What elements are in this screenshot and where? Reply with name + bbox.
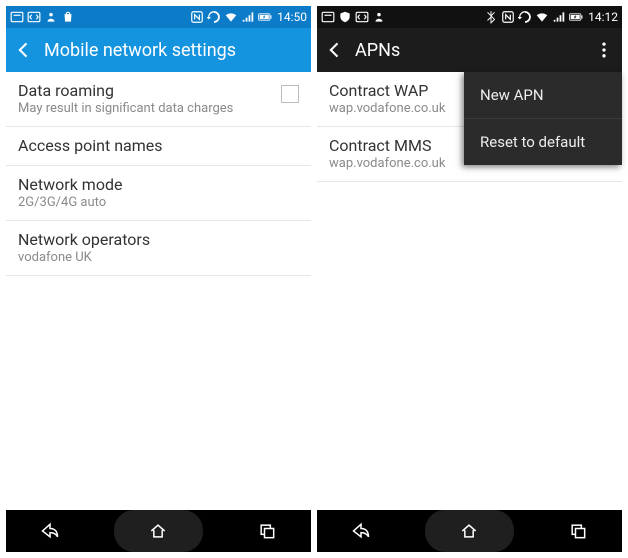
page-title: Mobile network settings [44,40,303,61]
dev-icon [27,10,41,24]
setting-network-mode[interactable]: Network mode 2G/3G/4G auto [6,166,311,221]
nfc-icon [501,10,515,24]
wifi-icon [535,10,549,24]
nav-recent-button[interactable] [534,510,622,552]
nav-back-button[interactable] [317,510,405,552]
data-roaming-checkbox[interactable] [281,85,299,103]
nav-home-button[interactable] [114,510,202,552]
back-icon [40,521,60,541]
right-screenshot: 14:12 APNs Contract WAP wap.vodafone.co.… [317,6,622,552]
setting-title: Network mode [18,175,299,194]
header: APNs [317,28,622,72]
nav-back-button[interactable] [6,510,94,552]
person-icon [372,10,386,24]
battery-icon [258,10,272,24]
more-vert-icon [594,40,614,60]
status-bar: 14:50 [6,6,311,28]
chevron-left-icon [14,40,34,60]
setting-subtitle: May result in significant data charges [18,101,281,116]
battery-icon [569,10,583,24]
setting-title: Access point names [18,136,299,155]
setting-title: Network operators [18,230,299,249]
htc-sense-icon [10,10,24,24]
shopping-icon [61,10,75,24]
home-icon [148,521,168,541]
back-button[interactable] [14,40,34,60]
status-left-icons [10,10,75,24]
header: Mobile network settings [6,28,311,72]
home-icon [459,521,479,541]
left-screenshot: 14:50 Mobile network settings Data roami… [6,6,311,552]
overflow-menu-button[interactable] [594,40,614,60]
setting-title: Data roaming [18,81,281,100]
dev-icon [355,10,369,24]
sync-icon [207,10,221,24]
setting-apn[interactable]: Access point names [6,127,311,166]
shield-icon [338,10,352,24]
nav-bar [6,510,311,552]
menu-new-apn[interactable]: New APN [464,72,622,119]
nav-bar [317,510,622,552]
signal-icon [241,10,255,24]
nfc-icon [190,10,204,24]
overflow-menu: New APN Reset to default [464,72,622,165]
wifi-icon [224,10,238,24]
recent-apps-icon [257,521,277,541]
setting-subtitle: vodafone UK [18,250,299,265]
status-right-icons: 14:50 [190,10,307,24]
person-icon [44,10,58,24]
bluetooth-icon [484,10,498,24]
nav-home-button[interactable] [425,510,513,552]
settings-list: Data roaming May result in significant d… [6,72,311,510]
back-icon [351,521,371,541]
back-button[interactable] [325,40,345,60]
status-bar: 14:12 [317,6,622,28]
status-left-icons [321,10,386,24]
clock: 14:12 [586,10,618,24]
nav-recent-button[interactable] [223,510,311,552]
setting-data-roaming[interactable]: Data roaming May result in significant d… [6,72,311,127]
sync-icon [518,10,532,24]
chevron-left-icon [325,40,345,60]
setting-network-operators[interactable]: Network operators vodafone UK [6,221,311,276]
setting-subtitle: 2G/3G/4G auto [18,195,299,210]
signal-icon [552,10,566,24]
clock: 14:50 [275,10,307,24]
status-right-icons: 14:12 [484,10,618,24]
page-title: APNs [355,40,594,61]
htc-sense-icon [321,10,335,24]
recent-apps-icon [568,521,588,541]
menu-reset-default[interactable]: Reset to default [464,119,622,165]
